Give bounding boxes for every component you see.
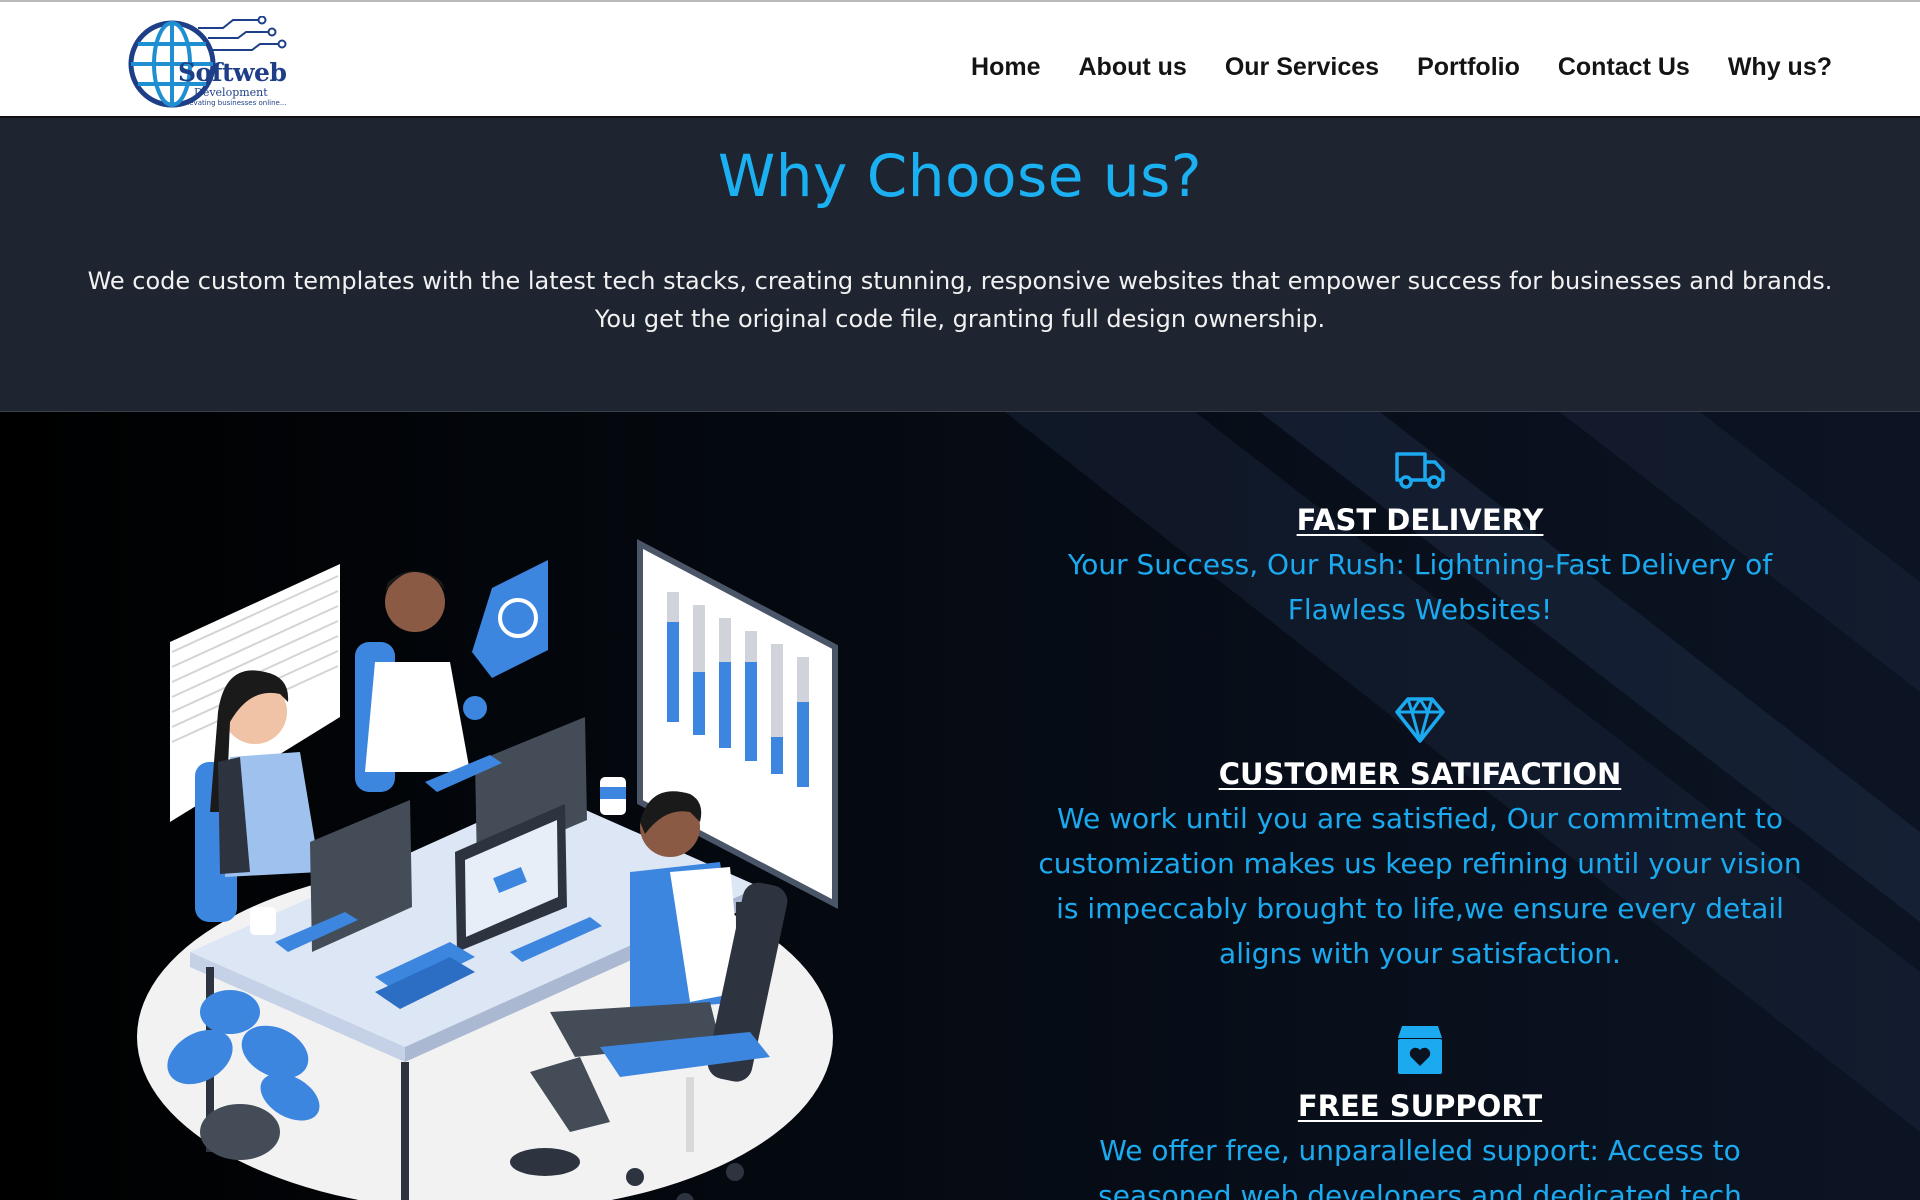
feature-fast-delivery: FAST DELIVERY Your Success, Our Rush: Li…	[1020, 450, 1820, 632]
why-intro-section: Why Choose us? We code custom templates …	[0, 118, 1920, 412]
feature-description: We offer free, unparalleled support: Acc…	[1098, 1134, 1742, 1200]
nav-home[interactable]: Home	[971, 52, 1040, 82]
nav-services[interactable]: Our Services	[1225, 52, 1379, 82]
brand-name: Softweb	[178, 58, 287, 87]
feature-description: Your Success, Our Rush: Lightning-Fast D…	[1067, 548, 1773, 626]
truck-icon	[1395, 452, 1445, 489]
nav-about[interactable]: About us	[1079, 52, 1187, 82]
site-header: Softweb Development elevating businesses…	[0, 0, 1920, 118]
features-section: FAST DELIVERY Your Success, Our Rush: Li…	[0, 412, 1920, 1200]
feature-customer-satisfaction: CUSTOMER SATIFACTION We work until you a…	[1020, 696, 1820, 976]
office-team-illustration	[137, 539, 838, 1200]
brand-tagline: elevating businesses online...	[183, 99, 287, 107]
section-description: We code custom templates with the latest…	[87, 267, 1833, 333]
nav-why-us[interactable]: Why us?	[1728, 52, 1832, 82]
brand-logo[interactable]: Softweb Development elevating businesses…	[128, 16, 296, 108]
heart-box-icon	[1398, 1026, 1442, 1074]
feature-title: FREE SUPPORT	[1297, 1089, 1543, 1123]
diamond-icon	[1395, 697, 1445, 743]
nav-contact[interactable]: Contact Us	[1558, 52, 1690, 82]
feature-title: FAST DELIVERY	[1296, 503, 1544, 537]
nav-portfolio[interactable]: Portfolio	[1417, 52, 1520, 82]
main-nav: Home About us Our Services Portfolio Con…	[971, 52, 1832, 82]
feature-title: CUSTOMER SATIFACTION	[1218, 757, 1622, 791]
feature-description: We work until you are satisfied, Our com…	[1038, 802, 1802, 970]
brand-sub: Development	[194, 86, 268, 99]
section-title: Why Choose us?	[717, 142, 1203, 210]
feature-free-support: FREE SUPPORT We offer free, unparalleled…	[1020, 1024, 1820, 1200]
